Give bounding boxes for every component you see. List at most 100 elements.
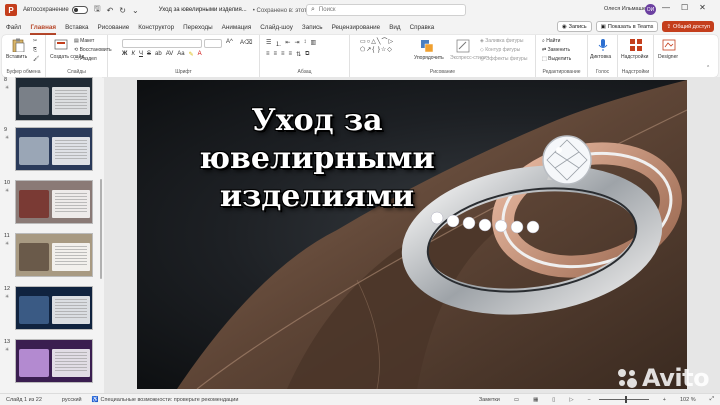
current-slide[interactable]: Уход за ювелирными изделиями xyxy=(137,80,687,389)
bullets-icon[interactable]: ☰ xyxy=(266,39,271,48)
collapse-ribbon-icon[interactable]: ⌃ xyxy=(706,65,710,71)
tab-transitions[interactable]: Переходы xyxy=(183,22,213,33)
tab-insert[interactable]: Вставка xyxy=(65,22,88,33)
reading-view-icon[interactable]: ▯ xyxy=(552,397,555,403)
share-button[interactable]: ⇪ Общий доступ xyxy=(662,21,714,32)
font-color-icon[interactable]: A xyxy=(198,51,202,58)
dictate-button[interactable]: Диктовка xyxy=(590,54,611,60)
record-button[interactable]: ◉ Запись xyxy=(556,21,592,32)
designer-icon[interactable] xyxy=(662,38,676,52)
tab-file[interactable]: Файл xyxy=(6,22,21,33)
thumbnail-slide-9[interactable]: 9 ✳ xyxy=(0,127,102,174)
underline-icon[interactable]: Ч xyxy=(139,51,143,58)
thumbnail-slide-8[interactable]: 8 ✳ xyxy=(0,77,102,124)
copy-icon[interactable]: ⎘ xyxy=(33,47,37,53)
font-family-select[interactable] xyxy=(122,39,202,48)
addins-button[interactable]: Надстройки xyxy=(621,54,648,60)
paste-icon[interactable] xyxy=(11,38,25,52)
shape-outline-button[interactable]: ◇ Контур фигуры xyxy=(480,47,520,53)
thumbnail-slide-13[interactable]: 13 ✳ xyxy=(0,339,102,386)
align-center-icon[interactable]: ≡ xyxy=(274,51,278,58)
tab-review[interactable]: Рецензирование xyxy=(332,22,381,33)
accessibility-status[interactable]: Специальные возможности: проверьте реком… xyxy=(101,397,239,403)
slide-title[interactable]: Уход за ювелирными изделиями xyxy=(147,102,487,216)
thumbnails-scrollbar[interactable] xyxy=(100,179,102,279)
format-painter-icon[interactable]: 🖌 xyxy=(33,56,39,62)
tab-slideshow[interactable]: Слайд-шоу xyxy=(260,22,293,33)
zoom-in-icon[interactable]: + xyxy=(663,397,666,403)
thumbnail-image[interactable] xyxy=(15,286,93,330)
reset-button[interactable]: ⟲ Восстановить xyxy=(74,47,112,53)
tab-draw[interactable]: Рисование xyxy=(98,22,130,33)
clear-format-icon[interactable]: A⌫ xyxy=(240,39,253,46)
microphone-icon[interactable] xyxy=(596,38,610,52)
tab-view[interactable]: Вид xyxy=(389,22,400,33)
zoom-out-icon[interactable]: − xyxy=(588,397,591,403)
tab-home[interactable]: Главная xyxy=(30,22,56,35)
find-button[interactable]: ⌕ Найти xyxy=(542,38,560,44)
thumbnail-slide-11[interactable]: 11 ✳ xyxy=(0,233,102,280)
shadow-icon[interactable]: ab xyxy=(155,51,162,58)
spacing-icon[interactable]: AV xyxy=(166,51,174,58)
present-teams-button[interactable]: ▣ Показать в Teams xyxy=(595,21,659,32)
tab-help[interactable]: Справка xyxy=(410,22,435,33)
italic-icon[interactable]: К xyxy=(131,51,135,58)
thumbnail-image[interactable] xyxy=(15,77,93,121)
thumbnail-slide-10[interactable]: 10 ✳ xyxy=(0,180,102,227)
quick-styles-icon[interactable] xyxy=(456,39,470,53)
cut-icon[interactable]: ✂ xyxy=(33,38,37,44)
minimize-icon[interactable]: — xyxy=(662,3,670,12)
replace-button[interactable]: ⇄ Заменить xyxy=(542,47,570,53)
redo-icon[interactable]: ↻ xyxy=(119,6,126,15)
addins-icon[interactable] xyxy=(629,38,643,52)
case-icon[interactable]: Aa xyxy=(177,51,184,58)
language-indicator[interactable]: русский xyxy=(62,397,82,403)
tab-record[interactable]: Запись xyxy=(302,22,323,33)
paste-button[interactable]: Вставить xyxy=(6,54,27,60)
text-direction-icon[interactable]: ⇅ xyxy=(296,51,301,58)
layout-button[interactable]: ▤ Макет xyxy=(74,38,94,44)
zoom-level[interactable]: 102 % xyxy=(680,397,696,403)
thumbnail-image[interactable] xyxy=(15,127,93,171)
thumbnail-slide-12[interactable]: 12 ✳ xyxy=(0,286,102,333)
customize-toolbar-icon[interactable]: ⌄ xyxy=(132,6,139,15)
font-size-select[interactable] xyxy=(204,39,222,48)
numbering-icon[interactable]: ⒈ xyxy=(275,39,281,48)
designer-button[interactable]: Designer xyxy=(658,54,678,60)
smartart-icon[interactable]: ⧉ xyxy=(305,51,309,58)
slideshow-view-icon[interactable]: ▷ xyxy=(569,397,573,403)
line-spacing-icon[interactable]: ↕ xyxy=(303,39,306,48)
select-button[interactable]: ⬚ Выделить xyxy=(542,56,571,62)
new-slide-icon[interactable] xyxy=(54,38,68,52)
bold-icon[interactable]: Ж xyxy=(122,51,127,58)
arrange-icon[interactable] xyxy=(420,39,434,53)
strikethrough-icon[interactable]: S xyxy=(147,51,151,58)
slide-thumbnails-pane[interactable]: 8 ✳ 9 ✳ 10 ✳ 11 ✳ 12 ✳ 13 ✳ xyxy=(0,77,102,393)
normal-view-icon[interactable]: ▭ xyxy=(514,397,519,403)
align-right-icon[interactable]: ≡ xyxy=(281,51,285,58)
thumbnail-image[interactable] xyxy=(15,233,93,277)
undo-icon[interactable]: ↶ xyxy=(107,6,114,15)
justify-icon[interactable]: ≡ xyxy=(289,51,293,58)
shape-fill-button[interactable]: ◈ Заливка фигуры xyxy=(480,38,523,44)
sorter-view-icon[interactable]: ▦ xyxy=(533,397,538,403)
thumbnail-image[interactable] xyxy=(15,180,93,224)
align-left-icon[interactable]: ≡ xyxy=(266,51,270,58)
document-title[interactable]: Уход за ювелирными изделия... xyxy=(159,7,247,13)
save-icon[interactable]: 🖫 xyxy=(94,3,101,17)
highlight-icon[interactable]: ✎ xyxy=(189,51,194,58)
decrease-indent-icon[interactable]: ⇤ xyxy=(285,39,290,48)
search-input[interactable]: ⌕ Поиск xyxy=(306,4,466,16)
arrange-button[interactable]: Упорядочить xyxy=(414,55,444,61)
tab-animations[interactable]: Анимация xyxy=(222,22,252,33)
section-button[interactable]: ▭ Раздел xyxy=(74,56,97,62)
shape-effects-button[interactable]: ◎ Эффекты фигуры xyxy=(480,56,527,62)
notes-button[interactable]: Заметки xyxy=(479,397,500,403)
close-icon[interactable]: ✕ xyxy=(699,3,706,12)
fit-slide-icon[interactable]: ⤢ xyxy=(710,396,714,403)
autosave-toggle[interactable] xyxy=(71,6,88,14)
thumbnail-image[interactable] xyxy=(15,339,93,383)
tab-design[interactable]: Конструктор xyxy=(138,22,174,33)
avatar[interactable]: ОИ xyxy=(645,4,656,15)
increase-font-icon[interactable]: A^ xyxy=(226,39,233,45)
